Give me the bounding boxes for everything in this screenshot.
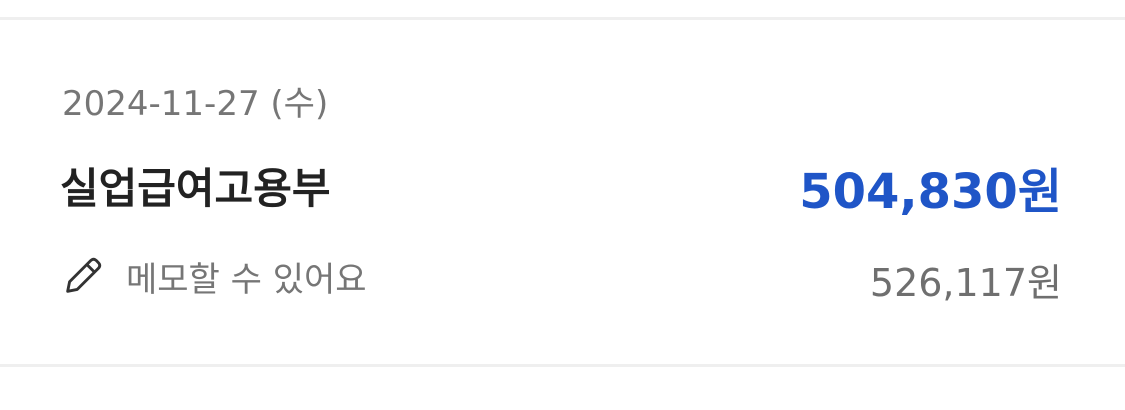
balance-after: 526,117원: [869, 261, 1062, 305]
transaction-date: 2024-11-27 (수): [62, 84, 329, 124]
bottom-divider: [0, 364, 1125, 367]
pencil-icon: [66, 257, 102, 293]
memo-button[interactable]: 메모할 수 있어요: [60, 252, 367, 300]
transaction-amount: 504,830원: [799, 164, 1062, 220]
transaction-item[interactable]: 2024-11-27 (수) 실업급여고용부 504,830원 메모할 수 있어…: [0, 20, 1125, 364]
transaction-title: 실업급여고용부: [60, 164, 331, 213]
memo-placeholder: 메모할 수 있어요: [126, 259, 367, 300]
